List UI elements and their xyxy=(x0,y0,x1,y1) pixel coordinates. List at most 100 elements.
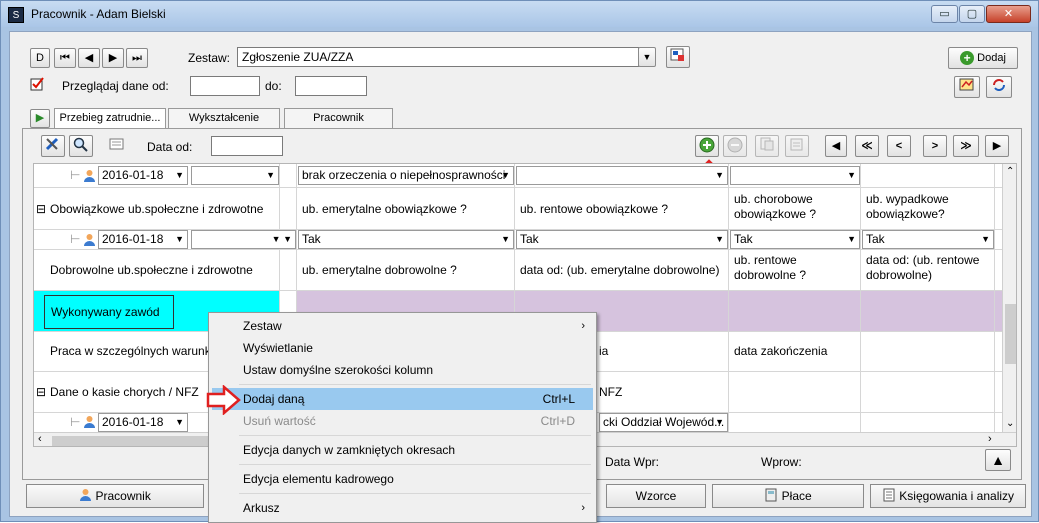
report-icon[interactable] xyxy=(954,76,980,98)
application-window: S Pracownik - Adam Bielski ▭ ▢ ✕ D ⏮ ◀ ▶… xyxy=(0,0,1039,523)
close-button[interactable]: ✕ xyxy=(986,5,1031,23)
place-button[interactable]: Płace xyxy=(712,484,864,508)
grid-nav-prev-button[interactable]: < xyxy=(887,135,911,157)
row6-c3: data zakończenia xyxy=(734,344,828,358)
row3-c3-select[interactable]: Tak ▼ xyxy=(730,230,860,249)
zestaw-combo[interactable]: Zgłoszenie ZUA/ZZA xyxy=(237,47,639,67)
row2-expander-icon[interactable]: ⊟ xyxy=(36,202,46,216)
calendar-icon[interactable] xyxy=(105,135,129,157)
vertical-scrollbar[interactable]: ⌃ ⌄ xyxy=(1002,164,1016,432)
tools-icon[interactable] xyxy=(41,135,65,157)
annotation-right-arrow-icon xyxy=(206,385,241,415)
przegladaj-do-input[interactable] xyxy=(295,76,367,96)
row1-c3-select[interactable]: ▼ xyxy=(730,166,860,185)
search-icon[interactable] xyxy=(69,135,93,157)
minimize-button[interactable]: ▭ xyxy=(931,5,958,23)
row2-c4a: ub. wypadkowe xyxy=(866,192,949,206)
row4-c3b: dobrowolne ? xyxy=(734,268,807,282)
tab-wyksztalcenie[interactable]: Wykształcenie xyxy=(168,108,280,129)
menu-item-wyswietlanie[interactable]: Wyświetlanie xyxy=(212,337,593,359)
menu-item-usun-wartosc[interactable]: Usuń wartość Ctrl+D xyxy=(212,410,593,432)
zestaw-label: Zestaw: xyxy=(188,51,231,65)
nav-prev-all-button[interactable]: ⏮ xyxy=(54,48,76,68)
scroll-top-button[interactable]: ▲ xyxy=(985,449,1011,471)
dodaj-label: Dodaj xyxy=(977,52,1006,64)
window-title: Pracownik - Adam Bielski xyxy=(31,7,166,21)
row1-c2-select[interactable]: ▼ xyxy=(516,166,728,185)
row2-c3b: obowiązkowe ? xyxy=(734,207,817,221)
tabs-expand-button[interactable]: ▶ xyxy=(30,109,50,128)
nav-last-button[interactable]: ⏭ xyxy=(126,48,148,68)
user-icon xyxy=(84,234,95,246)
scroll-down-icon[interactable]: ⌄ xyxy=(1006,418,1014,429)
grid-nav-next-button[interactable]: > xyxy=(923,135,947,157)
row4-c4a: data od: (ub. rentowe xyxy=(866,253,980,267)
ksiegowania-button[interactable]: Księgowania i analizy xyxy=(870,484,1026,508)
place-button-label: Płace xyxy=(781,489,812,503)
remove-row-icon[interactable] xyxy=(723,135,747,157)
menu-item-edycja-zamknietych[interactable]: Edycja danych w zamkniętych okresach xyxy=(212,439,593,461)
pracownik-button-label: Pracownik xyxy=(95,489,151,503)
scroll-left-icon[interactable]: ‹ xyxy=(38,433,42,445)
grid-nav-prev-page-button[interactable]: ≪ xyxy=(855,135,879,157)
przegladaj-od-input[interactable] xyxy=(190,76,260,96)
scroll-up-icon[interactable]: ⌃ xyxy=(1006,166,1014,177)
row4-c1: ub. emerytalne dobrowolne ? xyxy=(302,263,457,277)
maximize-button[interactable]: ▢ xyxy=(959,5,985,23)
row3-c2-select[interactable]: Tak ▼ xyxy=(516,230,728,249)
pracownik-button[interactable]: Pracownik xyxy=(26,484,204,508)
user-icon xyxy=(80,489,92,501)
dodaj-button[interactable]: + Dodaj xyxy=(948,47,1018,69)
data-od-input[interactable] xyxy=(211,136,283,156)
row6-label: Praca w szczególnych warunka xyxy=(50,344,218,358)
grid-nav-next-page-button[interactable]: ≫ xyxy=(953,135,979,157)
row1-c1-select[interactable]: brak orzeczenia o niepełnosprawności ▼ xyxy=(298,166,514,185)
user-icon xyxy=(84,416,95,428)
ledger-icon xyxy=(883,488,895,502)
row4-c3a: ub. rentowe xyxy=(734,253,797,267)
row3-c1-select[interactable]: Tak ▼ xyxy=(298,230,514,249)
menu-item-ustaw-szerokosci[interactable]: Ustaw domyślne szerokości kolumn xyxy=(212,359,593,381)
row3-date-select[interactable]: 2016-01-18 ▼ xyxy=(98,230,188,249)
calculator-icon xyxy=(765,488,777,502)
scroll-right-icon[interactable]: › xyxy=(988,433,992,445)
menu-item-dodaj-dana[interactable]: Dodaj daną Ctrl+L xyxy=(212,388,593,410)
row7-expander-icon[interactable]: ⊟ xyxy=(36,385,46,399)
nav-first-button[interactable]: D xyxy=(30,48,50,68)
nav-next-button[interactable]: ▶ xyxy=(102,48,124,68)
paste-icon[interactable] xyxy=(785,135,809,157)
row2-c3a: ub. chorobowe xyxy=(734,192,813,206)
row2-c4b: obowiązkowe? xyxy=(866,207,945,221)
row1-extra-select[interactable]: ▼ xyxy=(191,166,279,185)
nav-prev-button[interactable]: ◀ xyxy=(78,48,100,68)
copy-icon[interactable] xyxy=(755,135,779,157)
menu-item-zestaw[interactable]: Zestaw › xyxy=(212,315,593,337)
grid-nav-last-button[interactable]: ▶ xyxy=(985,135,1009,157)
row8-date-select[interactable]: 2016-01-18 ▼ xyxy=(98,413,188,432)
vertical-scroll-thumb[interactable] xyxy=(1005,304,1016,364)
refresh-icon[interactable] xyxy=(986,76,1012,98)
row3-c4-select[interactable]: Tak ▼ xyxy=(862,230,994,249)
zestaw-config-icon[interactable] xyxy=(666,46,690,68)
row6-c2: ia xyxy=(599,344,609,358)
wprow-label: Wprow: xyxy=(761,455,802,469)
tab-przebieg[interactable]: Przebieg zatrudnie... xyxy=(54,108,166,129)
row8-c2-select[interactable]: cki Oddział Wojewód... ▼ xyxy=(599,413,728,432)
add-row-icon[interactable] xyxy=(695,135,719,157)
menu-item-arkusz[interactable]: Arkusz › xyxy=(212,497,593,519)
tab-pracownik[interactable]: Pracownik xyxy=(284,108,393,129)
grid-nav-first-button[interactable]: ◀ xyxy=(825,135,847,157)
menu-item-edycja-kadrowego[interactable]: Edycja elementu kadrowego xyxy=(212,468,593,490)
wzorce-button[interactable]: Wzorce xyxy=(606,484,706,508)
context-menu: Zestaw › Wyświetlanie Ustaw domyślne szer… xyxy=(208,312,597,523)
submenu-arrow-icon: › xyxy=(581,502,585,514)
app-icon: S xyxy=(8,7,24,23)
zestaw-dropdown-button[interactable]: ▼ xyxy=(638,47,656,67)
filter-checkbox-icon[interactable] xyxy=(30,76,46,92)
row4-c4b: dobrowolne) xyxy=(866,268,933,282)
row5-label[interactable]: Wykonywany zawód xyxy=(44,295,174,329)
title-bar[interactable]: S Pracownik - Adam Bielski ▭ ▢ ✕ xyxy=(1,1,1038,27)
row3-extra-select[interactable]: ▼ ▼ xyxy=(191,230,296,249)
ksiegowania-button-label: Księgowania i analizy xyxy=(899,489,1015,503)
row1-date-select[interactable]: 2016-01-18 ▼ xyxy=(98,166,188,185)
